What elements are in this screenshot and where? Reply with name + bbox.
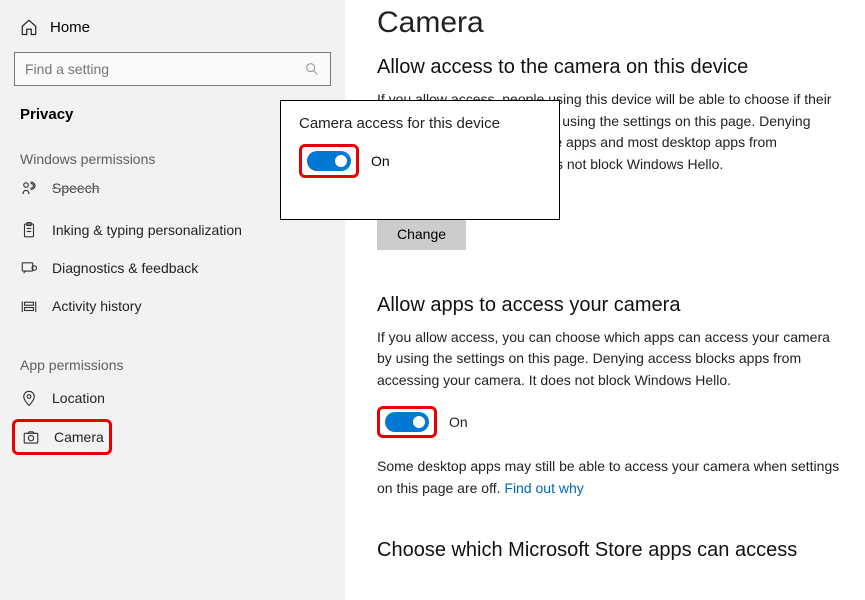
group-app-permissions: App permissions [0, 347, 345, 379]
home-label: Home [50, 19, 90, 36]
section2-desc: If you allow access, you can choose whic… [377, 327, 843, 392]
search-field[interactable] [25, 61, 304, 77]
history-icon [20, 297, 38, 315]
clipboard-icon [20, 221, 38, 239]
home-icon [20, 18, 38, 36]
find-out-why-link[interactable]: Find out why [504, 480, 583, 496]
highlight-apps-toggle [377, 406, 437, 438]
sidebar-item-label: Location [52, 390, 105, 406]
page-title: Camera [377, 6, 843, 40]
search-icon [304, 61, 320, 77]
sidebar-item-diagnostics[interactable]: Diagnostics & feedback [0, 249, 345, 287]
sidebar-item-activity[interactable]: Activity history [0, 287, 345, 325]
section1-title: Allow access to the camera on this devic… [377, 56, 843, 79]
sidebar-item-label: Speech [52, 180, 99, 196]
sidebar-item-camera[interactable]: Camera [20, 428, 104, 446]
speech-icon [20, 179, 38, 197]
apps-access-toggle[interactable] [385, 412, 429, 432]
camera-access-popup: Camera access for this device On [280, 100, 560, 220]
sidebar-item-location[interactable]: Location [0, 379, 345, 417]
desktop-apps-note: Some desktop apps may still be able to a… [377, 456, 843, 499]
device-toggle-state: On [371, 153, 390, 169]
section2-title: Allow apps to access your camera [377, 294, 843, 317]
popup-title: Camera access for this device [299, 115, 541, 132]
sidebar-item-label: Diagnostics & feedback [52, 260, 198, 276]
apps-toggle-state: On [449, 414, 468, 430]
home-nav[interactable]: Home [0, 10, 345, 44]
search-input[interactable] [14, 52, 331, 86]
camera-icon [22, 428, 40, 446]
location-icon [20, 389, 38, 407]
change-button[interactable]: Change [377, 218, 466, 250]
section3-title: Choose which Microsoft Store apps can ac… [377, 539, 843, 562]
device-access-toggle[interactable] [307, 151, 351, 171]
sidebar: Home Privacy Windows permissions Speech … [0, 0, 345, 600]
feedback-icon [20, 259, 38, 277]
sidebar-item-label: Inking & typing personalization [52, 222, 242, 238]
highlight-camera-nav: Camera [12, 419, 112, 455]
sidebar-item-label: Activity history [52, 298, 141, 314]
sidebar-item-label: Camera [54, 429, 104, 445]
highlight-device-toggle [299, 144, 359, 178]
main-panel: Camera Allow access to the camera on thi… [345, 0, 865, 600]
